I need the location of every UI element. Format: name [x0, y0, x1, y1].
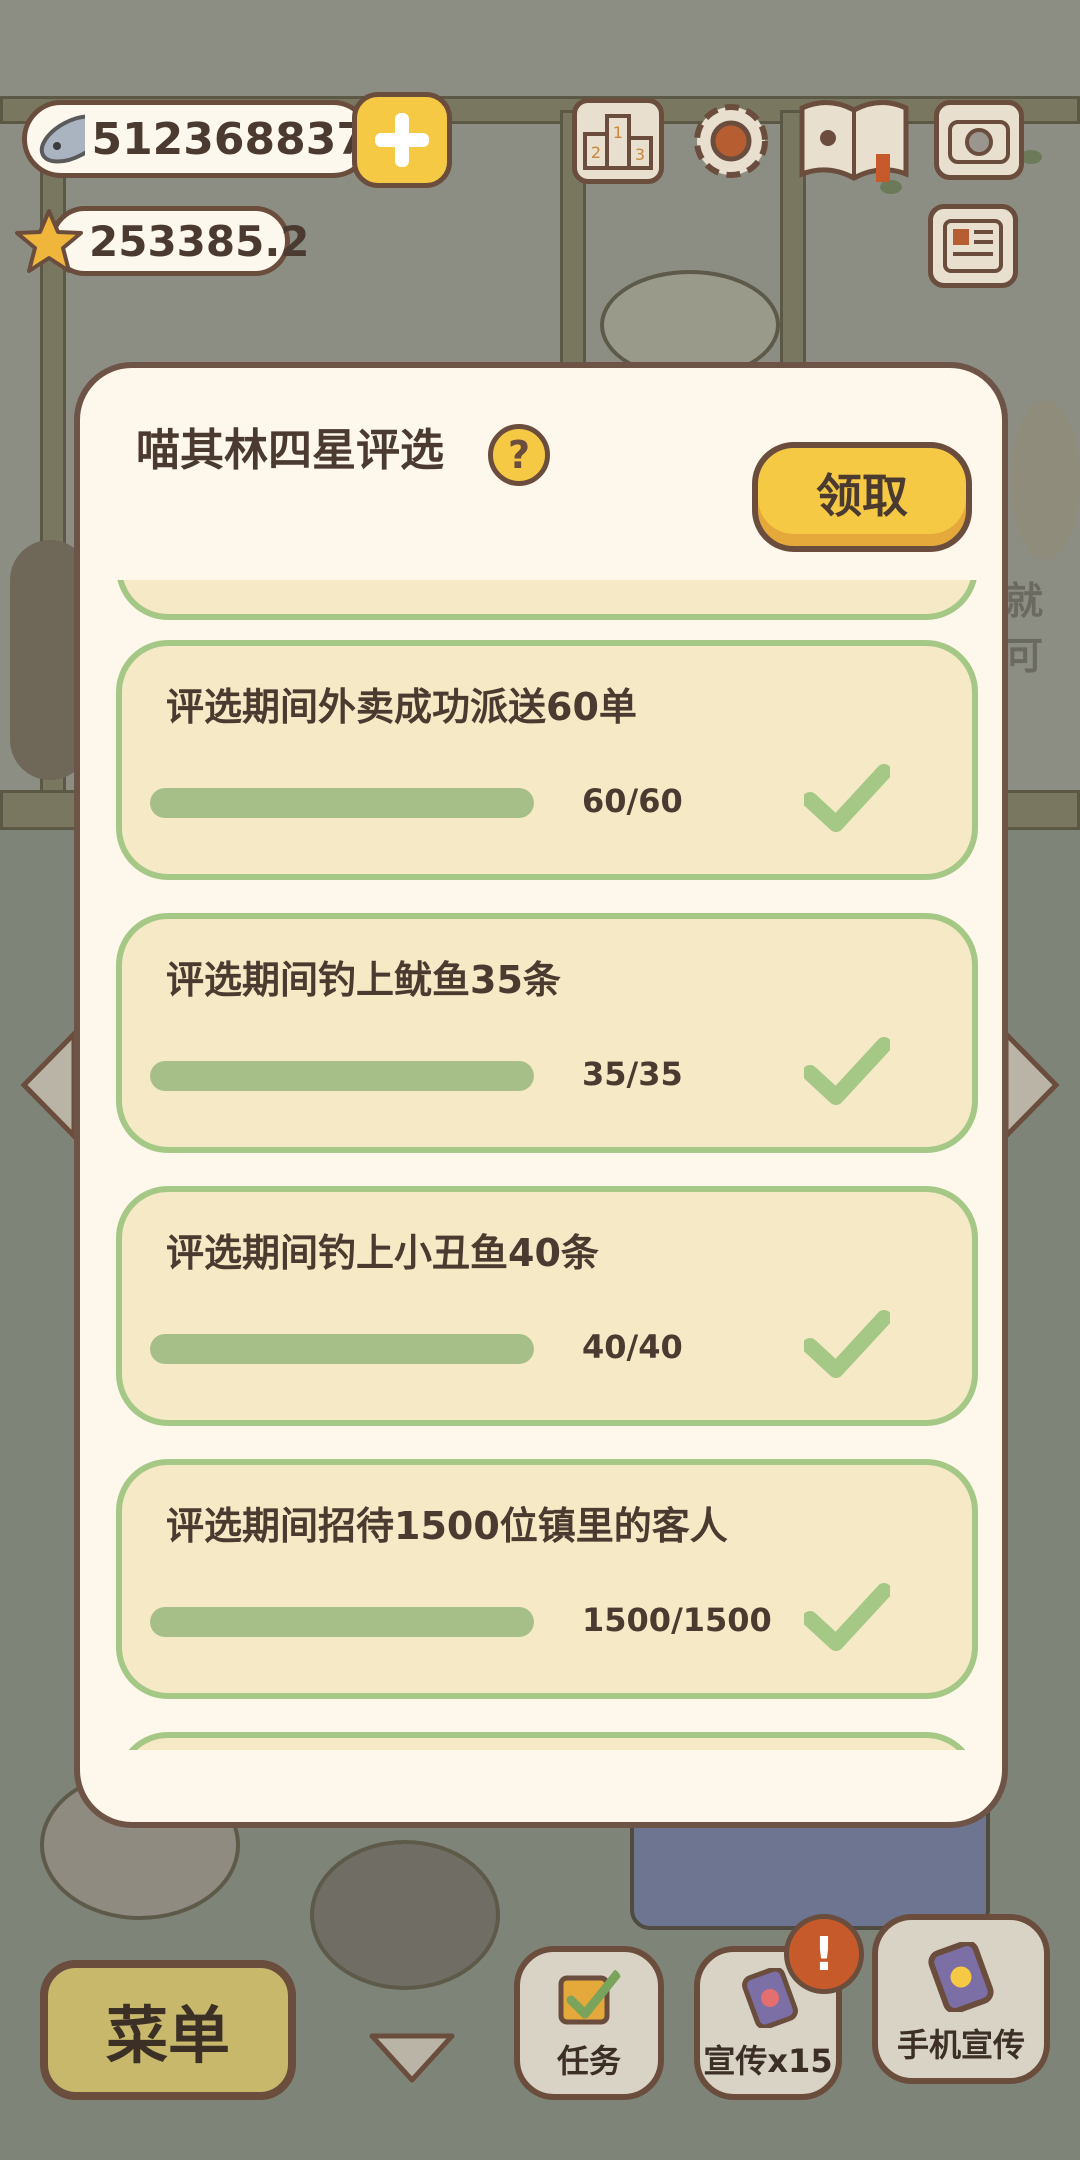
task-card-partial-top	[116, 580, 978, 620]
menu-button[interactable]: 菜单	[40, 1960, 296, 2100]
task-progress-bar	[150, 1334, 534, 1364]
task-progress-fill	[150, 788, 534, 818]
phone-promo-icon	[928, 1942, 994, 2012]
newspaper-button[interactable]	[928, 204, 1018, 288]
check-icon	[804, 1583, 890, 1651]
camera-button[interactable]	[934, 100, 1024, 180]
svg-text:2: 2	[591, 143, 601, 162]
task-progress-text: 1500/1500	[582, 1601, 772, 1639]
scene-sign-text: 就可	[1005, 579, 1044, 678]
dialog-title: 喵其林四星评选	[136, 425, 444, 476]
task-title: 评选期间钓上小丑鱼40条	[166, 1231, 599, 1275]
task-progress-text: 60/60	[582, 782, 683, 820]
help-icon[interactable]: ?	[488, 424, 550, 486]
tasks-button[interactable]: 任务	[514, 1946, 664, 2100]
ranking-button[interactable]: 2 1 3	[572, 98, 664, 184]
scene-right-arrow-icon	[1003, 1030, 1060, 1140]
phone-promo-button[interactable]: 手机宣传	[872, 1914, 1050, 2084]
task-progress-fill	[150, 1061, 534, 1091]
phone-promo-label: 手机宣传	[896, 2026, 1025, 2064]
task-progress-bar	[150, 1607, 534, 1637]
camera-icon	[948, 120, 1010, 164]
ranking-icon: 2 1 3	[583, 114, 653, 170]
task-progress-text: 40/40	[582, 1328, 683, 1366]
alert-badge: !	[784, 1914, 864, 1994]
task-card-partial-bottom: ?	[116, 1732, 978, 1750]
plus-icon	[375, 113, 429, 167]
task-card: 评选期间钓上小丑鱼40条 40/40	[116, 1186, 978, 1426]
task-progress-text: 35/35	[582, 1055, 683, 1093]
down-arrow-icon[interactable]	[366, 2030, 458, 2086]
add-currency-button[interactable]	[352, 92, 452, 188]
svg-text:3: 3	[635, 145, 645, 164]
star-currency-pill: 253385.2	[50, 206, 310, 276]
newspaper-icon	[943, 219, 1003, 273]
task-card: 评选期间钓上鱿鱼35条 35/35	[116, 913, 978, 1153]
scene-decor-right	[1010, 400, 1080, 560]
task-progress-bar	[150, 1061, 534, 1091]
scene-left-arrow-icon	[20, 1030, 77, 1140]
rating-dialog: 喵其林四星评选 ? 领取 评选期间外卖成功派送60单 60/60 评选期间钓上鱿…	[74, 362, 1008, 1828]
settings-icon[interactable]	[684, 94, 778, 188]
check-icon	[804, 1310, 890, 1378]
scene-rug	[310, 1840, 500, 1990]
guidebook-icon[interactable]	[796, 94, 912, 186]
check-icon	[804, 1037, 890, 1105]
task-card: 评选期间招待1500位镇里的客人 1500/1500	[116, 1459, 978, 1699]
task-title: 评选期间钓上鱿鱼35条	[166, 958, 561, 1002]
task-title: 评选期间招待1500位镇里的客人	[166, 1504, 728, 1548]
fish-currency-pill: 512368837	[22, 100, 372, 178]
task-progress-fill	[150, 1334, 534, 1364]
tasks-label: 任务	[556, 2042, 621, 2080]
task-progress-fill	[150, 1607, 534, 1637]
task-card: 评选期间外卖成功派送60单 60/60	[116, 640, 978, 880]
task-list[interactable]: 评选期间外卖成功派送60单 60/60 评选期间钓上鱿鱼35条 35/35 评选…	[80, 580, 1002, 1750]
svg-text:1: 1	[613, 123, 623, 142]
fish-icon	[39, 114, 86, 164]
check-icon	[804, 764, 890, 832]
task-checkbox-icon	[558, 1969, 621, 2025]
star-currency-value: 253385.2	[89, 216, 310, 266]
star-icon	[15, 209, 83, 273]
fish-currency-value: 512368837	[91, 113, 367, 165]
claim-button[interactable]: 领取	[752, 442, 972, 552]
task-title: 评选期间外卖成功派送60单	[166, 685, 637, 729]
task-progress-bar	[150, 788, 534, 818]
promo-label: 宣传x15	[703, 2042, 833, 2080]
